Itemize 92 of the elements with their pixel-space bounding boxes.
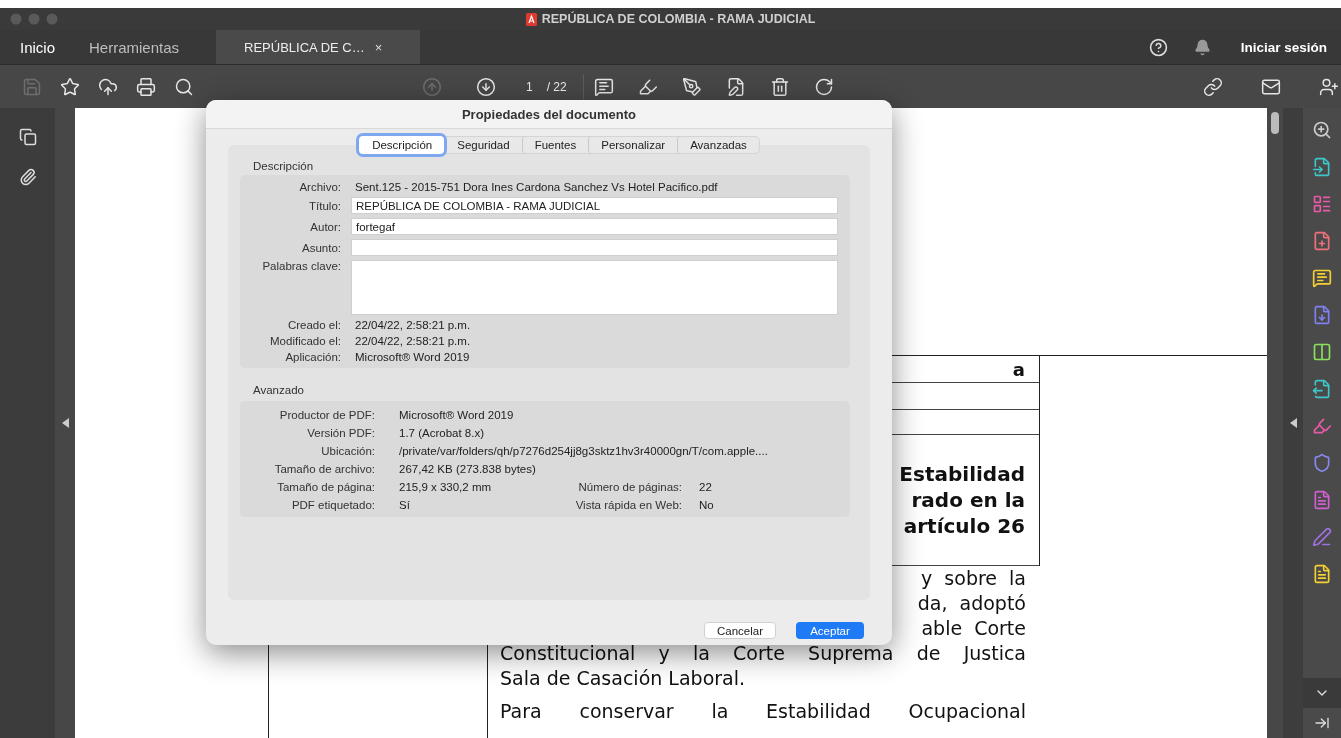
comment-icon[interactable] <box>593 76 614 97</box>
field-value: Sent.125 - 2015-751 Dora Ines Cardona Sanchez Vs Hotel Pacifico.pdf <box>354 181 719 193</box>
input-field[interactable]: REPÚBLICA DE COLOMBIA - RAMA JUDICIAL <box>351 197 838 214</box>
field-value: Microsoft® Word 2019 <box>398 409 515 421</box>
zoom-icon[interactable] <box>1312 120 1332 140</box>
field-label: Tamaño de página: <box>276 481 375 493</box>
dialog-tab[interactable]: Fuentes <box>521 136 589 154</box>
accept-button[interactable]: Aceptar <box>796 622 864 639</box>
file-down-icon[interactable] <box>1312 305 1332 325</box>
page-total: / 22 <box>546 79 567 94</box>
paragraph-line: Para conservar la Estabilidad Ocupacional <box>500 699 1026 724</box>
paragraph-line: Constitucional y la Corte Suprema de Justica <box>500 641 1026 666</box>
heading-line: Estabilidad <box>899 461 1025 487</box>
collapse-left-icon[interactable] <box>61 418 69 428</box>
field-label: Tamaño de archivo: <box>273 463 375 475</box>
paragraph-line: y sobre la <box>921 566 1026 591</box>
sign-in-link[interactable]: Iniciar sesión <box>1210 30 1341 64</box>
field-label: Vista rápida en Web: <box>574 499 682 511</box>
dialog-tab[interactable]: Seguridad <box>444 136 522 154</box>
nav-tab[interactable]: Inicio <box>0 30 56 64</box>
paragraph-line: Sala de Casación Laboral. <box>500 666 747 691</box>
field-value: 1.7 (Acrobat 8.x) <box>398 427 485 439</box>
search-icon[interactable] <box>174 76 194 97</box>
pdf-file-icon <box>525 12 537 26</box>
shield-icon[interactable] <box>1312 453 1332 473</box>
document-tab[interactable]: REPÚBLICA DE C… × <box>216 30 421 64</box>
file-output-icon[interactable] <box>1312 379 1332 399</box>
field-label: Creado el: <box>286 319 341 331</box>
field-label: Archivo: <box>298 181 341 193</box>
file-text-icon[interactable] <box>1312 490 1332 510</box>
dialog-title: Propiedades del documento <box>206 100 892 129</box>
field-label: Modificado el: <box>269 335 341 347</box>
section-heading: Avanzado <box>253 384 305 396</box>
input-field[interactable]: fortegaf <box>351 218 838 235</box>
document-tab-label[interactable]: REPÚBLICA DE C… <box>244 39 365 55</box>
rotate-icon[interactable] <box>813 76 834 97</box>
columns-icon[interactable] <box>1312 342 1332 362</box>
heading-line: artículo 26 <box>903 513 1025 539</box>
pages-icon[interactable] <box>18 128 37 146</box>
add-user-icon[interactable] <box>1319 76 1339 97</box>
field-label: Ubicación: <box>320 445 375 457</box>
paragraph-line: able Corte <box>921 616 1026 641</box>
collapse-right-icon[interactable] <box>1289 418 1297 428</box>
field-value: 22 <box>698 481 713 493</box>
field-label: Número de páginas: <box>577 481 682 493</box>
layout-icon[interactable] <box>1312 194 1332 214</box>
comment-icon[interactable] <box>1312 268 1332 288</box>
heading-line: rado en la <box>911 487 1025 513</box>
field-label: Título: <box>308 199 341 212</box>
field-value: 267,42 KB (273.838 bytes) <box>398 463 537 475</box>
field-value: No <box>698 499 715 511</box>
pen-nib-icon[interactable] <box>681 76 702 97</box>
file-arrow-icon[interactable] <box>1312 157 1332 177</box>
dialog-tab[interactable]: Personalizar <box>588 136 678 154</box>
nav-tab[interactable]: Herramientas <box>55 30 180 64</box>
link-icon[interactable] <box>1203 76 1223 97</box>
star-icon[interactable] <box>60 76 80 97</box>
scrollbar-thumb[interactable] <box>1271 112 1279 134</box>
paperclip-icon[interactable] <box>18 168 37 186</box>
field-value: Sí <box>398 499 411 511</box>
field-value: 22/04/22, 2:58:21 p.m. <box>354 335 472 347</box>
field-value: Microsoft® Word 2019 <box>354 351 471 363</box>
page-number-field[interactable]: 1 <box>526 79 533 94</box>
cloud-upload-icon[interactable] <box>98 76 118 97</box>
field-label: Productor de PDF: <box>278 409 375 421</box>
field-label: Autor: <box>309 220 341 233</box>
pen-icon[interactable] <box>1312 527 1332 547</box>
bell-icon[interactable] <box>1193 38 1211 56</box>
paragraph-line: da, adoptó <box>917 591 1026 616</box>
field-value: 215,9 x 330,2 mm <box>398 481 493 493</box>
dialog-tab[interactable]: Avanzadas <box>677 136 759 154</box>
print-icon[interactable] <box>136 76 156 97</box>
file-plus-icon[interactable] <box>1312 231 1332 251</box>
help-icon[interactable] <box>1148 37 1168 57</box>
field-label: Palabras clave: <box>261 260 341 272</box>
dialog-tab[interactable]: Descripción <box>359 136 445 154</box>
collapse-panel-icon[interactable] <box>1314 715 1330 731</box>
window-title: REPÚBLICA DE COLOMBIA - RAMA JUDICIAL <box>541 12 816 26</box>
field-label: Asunto: <box>301 241 341 254</box>
cancel-button[interactable]: Cancelar <box>703 622 776 639</box>
field-value: /private/var/folders/qh/p7276d254jj8g3sktz1hv3r40000gn/T/com.apple.... <box>398 445 769 457</box>
arrow-down-icon[interactable] <box>476 76 496 97</box>
table-cell: a <box>1012 358 1025 380</box>
section-heading: Descripción <box>253 160 315 172</box>
close-tab-button[interactable]: × <box>374 39 383 55</box>
field-label: Versión PDF: <box>306 427 375 439</box>
field-value: 22/04/22, 2:58:21 p.m. <box>354 319 472 331</box>
field-label: Aplicación: <box>284 351 341 363</box>
field-label: PDF etiquetado: <box>290 499 375 511</box>
trash-icon[interactable] <box>769 76 790 97</box>
file-icon[interactable] <box>1312 564 1332 584</box>
input-field[interactable] <box>351 239 838 256</box>
